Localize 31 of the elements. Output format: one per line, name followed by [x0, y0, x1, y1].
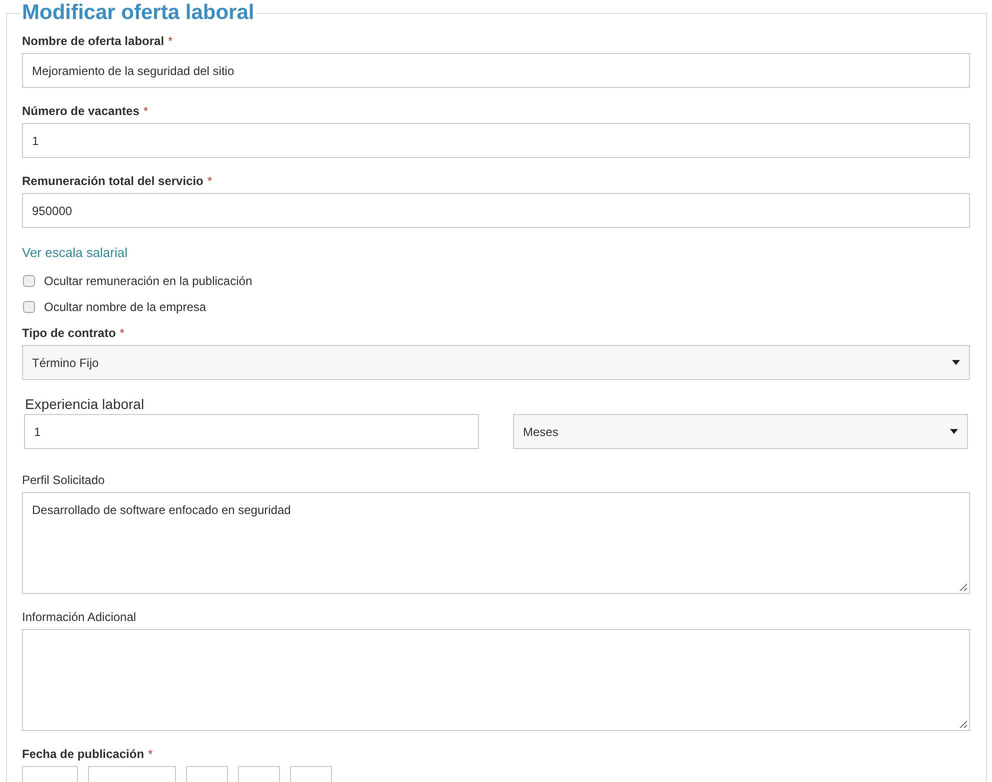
field-label: Nombre de oferta laboral	[22, 34, 164, 48]
text-field[interactable]: Mejoramiento de la seguridad del sitio	[22, 53, 970, 88]
field-label: Información Adicional	[22, 610, 136, 624]
checkbox[interactable]	[23, 275, 35, 287]
checkbox[interactable]	[23, 301, 35, 313]
salary-scale-link[interactable]: Ver escala salarial	[22, 245, 128, 260]
text-field[interactable]: 1	[22, 123, 970, 158]
resize-grip-icon	[959, 720, 967, 728]
text-area[interactable]	[22, 629, 970, 731]
required-mark: *	[207, 174, 212, 188]
required-mark: *	[148, 747, 153, 761]
resize-grip-icon	[959, 583, 967, 591]
field-label: Experiencia laboral	[25, 396, 144, 412]
select-dropdown[interactable]: Término Fijo	[22, 345, 970, 380]
field-label: Fecha de publicación	[22, 747, 144, 761]
text-field[interactable]: 1	[24, 414, 479, 449]
field-label: Número de vacantes	[22, 104, 140, 118]
text-field[interactable]: 950000	[22, 193, 970, 228]
field-label: Perfil Solicitado	[22, 473, 105, 487]
text-area[interactable]: Desarrollado de software enfocado en seguridad	[22, 492, 970, 594]
field-label: Tipo de contrato	[22, 326, 116, 340]
caret-icon	[950, 429, 958, 434]
required-mark: *	[120, 326, 124, 340]
checkbox-label: Ocultar nombre de la empresa	[44, 300, 206, 314]
form-title: Modificar oferta laboral	[21, 0, 256, 26]
select-dropdown[interactable]: Meses	[513, 414, 968, 449]
required-mark: *	[143, 104, 148, 118]
required-mark: *	[168, 34, 173, 48]
field-label: Remuneración total del servicio	[22, 174, 204, 188]
checkbox-label: Ocultar remuneración en la publicación	[44, 274, 252, 288]
caret-icon	[952, 360, 960, 365]
